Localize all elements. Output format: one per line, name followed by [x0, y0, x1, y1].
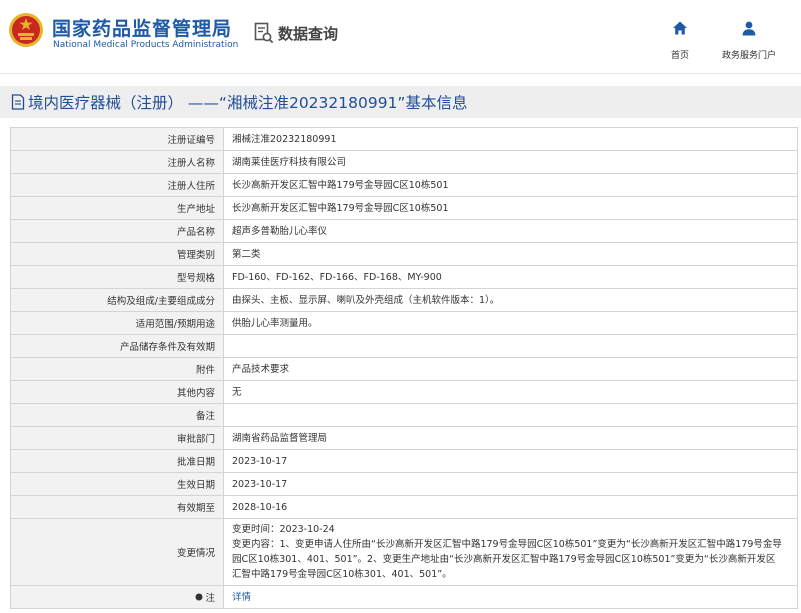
- row-label: 生产地址: [10, 196, 224, 220]
- row-label: 注册证编号: [10, 127, 224, 151]
- page-title-bar: 境内医疗器械（注册） ——“湘械注准20232180991”基本信息: [0, 86, 801, 118]
- national-emblem-icon: [9, 13, 43, 47]
- user-icon: [742, 21, 756, 36]
- row-value: 无: [223, 380, 798, 404]
- table-row: 型号规格 FD-160、FD-162、FD-166、FD-168、MY-900: [10, 265, 798, 289]
- row-label: 有效期至: [10, 495, 224, 519]
- row-label: 型号规格: [10, 265, 224, 289]
- home-icon: [673, 21, 687, 35]
- note-label-wrap: 注: [195, 590, 215, 604]
- row-value: 2023-10-17: [223, 449, 798, 473]
- org-name-cn: 国家药品监督管理局: [52, 18, 233, 40]
- change-line: 汇智中路179号金导园C区10栋301、401、501”。: [232, 569, 452, 580]
- site-header: 国家药品监督管理局 National Medical Products Admi…: [0, 0, 801, 74]
- row-value: 湖南莱佳医疗科技有限公司: [223, 150, 798, 174]
- note-value: 详情: [223, 585, 798, 609]
- row-label: 管理类别: [10, 242, 224, 266]
- row-label: 备注: [10, 403, 224, 427]
- row-label: 审批部门: [10, 426, 224, 450]
- note-label-cell: 注: [10, 585, 224, 609]
- device-info-table: 注册证编号 湘械注准20232180991 注册人名称 湖南莱佳医疗科技有限公司 注…: [10, 127, 798, 609]
- table-row: 其他内容无: [10, 380, 798, 404]
- table-row: 有效期至 2028-10-16: [10, 495, 798, 519]
- nav-service-label: 政务服务门户: [721, 51, 776, 61]
- row-label: 注册人名称: [10, 150, 224, 174]
- document-icon: [11, 94, 25, 110]
- change-line: 园C区10栋301、401、501”。2、变更生产地址由“长沙高新开发区汇智中路…: [232, 554, 776, 565]
- table-row: 注册证编号 湘械注准20232180991: [10, 127, 798, 151]
- row-label: 适用范围/预期用途: [10, 311, 224, 335]
- row-value: 供胎儿心率测量用。: [223, 311, 798, 335]
- page-title: 境内医疗器械（注册） ——“湘械注准20232180991”基本信息: [28, 94, 468, 112]
- row-label: 其他内容: [10, 380, 224, 404]
- table-row: 产品名称 超声多普勒胎儿心率仪: [10, 219, 798, 243]
- row-label: 产品储存条件及有效期: [10, 334, 224, 358]
- table-row: 附件 产品技术要求: [10, 357, 798, 381]
- row-label: 产品名称: [10, 219, 224, 243]
- table-row: 审批部门 湖南省药品监督管理局: [10, 426, 798, 450]
- row-value: 2023-10-17: [223, 472, 798, 496]
- org-name-en: National Medical Products Administration: [53, 40, 239, 50]
- data-query-label: 数据查询: [278, 24, 339, 43]
- change-row: 变更情况 变更时间：2023-10-24 变更内容：1、变更申请人住所由“长沙高…: [10, 518, 798, 586]
- row-label: 注册人住所: [10, 173, 224, 197]
- row-value: [223, 403, 798, 427]
- data-query-link[interactable]: 数据查询: [254, 22, 338, 44]
- row-value: [223, 334, 798, 358]
- table-row: 生效日期 2023-10-17: [10, 472, 798, 496]
- row-label: 附件: [10, 357, 224, 381]
- change-line: 变更时间：2023-10-24: [232, 524, 335, 535]
- row-value: 长沙高新开发区汇智中路179号金导园C区10栋501: [223, 196, 798, 220]
- row-value: 湖南省药品监督管理局: [223, 426, 798, 450]
- table-row: 备注: [10, 403, 798, 427]
- row-value: 2028-10-16: [223, 495, 798, 519]
- row-value: 湘械注准20232180991: [223, 127, 798, 151]
- note-row: 注 详情: [10, 585, 798, 609]
- note-label: 注: [205, 593, 215, 604]
- table-row: 注册人住所 长沙高新开发区汇智中路179号金导园C区10栋501: [10, 173, 798, 197]
- nav-home[interactable]: 首页: [660, 20, 700, 61]
- change-label: 变更情况: [10, 518, 224, 586]
- row-value: 由探头、主板、显示屏、喇叭及外壳组成（主机软件版本：1）。: [223, 288, 798, 312]
- row-label: 结构及组成/主要组成成分: [10, 288, 224, 312]
- table-row: 批准日期 2023-10-17: [10, 449, 798, 473]
- table-row: 产品储存条件及有效期: [10, 334, 798, 358]
- nav-service-portal[interactable]: 政务服务门户: [712, 20, 786, 61]
- nav-home-label: 首页: [670, 51, 689, 61]
- table-row: 注册人名称 湖南莱佳医疗科技有限公司: [10, 150, 798, 174]
- change-line: 变更内容：1、变更申请人住所由“长沙高新开发区汇智中路179号金导园C区10栋5…: [232, 539, 782, 550]
- info-dot-icon: [195, 593, 203, 601]
- row-value: 超声多普勒胎儿心率仪: [223, 219, 798, 243]
- row-value: 产品技术要求: [223, 357, 798, 381]
- document-search-icon: [254, 22, 274, 44]
- row-value: 长沙高新开发区汇智中路179号金导园C区10栋501: [223, 173, 798, 197]
- details-link[interactable]: 详情: [232, 592, 251, 603]
- table-row: 结构及组成/主要组成成分 由探头、主板、显示屏、喇叭及外壳组成（主机软件版本：1）…: [10, 288, 798, 312]
- row-label: 生效日期: [10, 472, 224, 496]
- change-detail: 变更时间：2023-10-24 变更内容：1、变更申请人住所由“长沙高新开发区汇…: [223, 518, 798, 586]
- row-label: 批准日期: [10, 449, 224, 473]
- row-value: FD-160、FD-162、FD-166、FD-168、MY-900: [223, 265, 798, 289]
- table-row: 适用范围/预期用途 供胎儿心率测量用。: [10, 311, 798, 335]
- table-row: 管理类别 第二类: [10, 242, 798, 266]
- table-row: 生产地址 长沙高新开发区汇智中路179号金导园C区10栋501: [10, 196, 798, 220]
- row-value: 第二类: [223, 242, 798, 266]
